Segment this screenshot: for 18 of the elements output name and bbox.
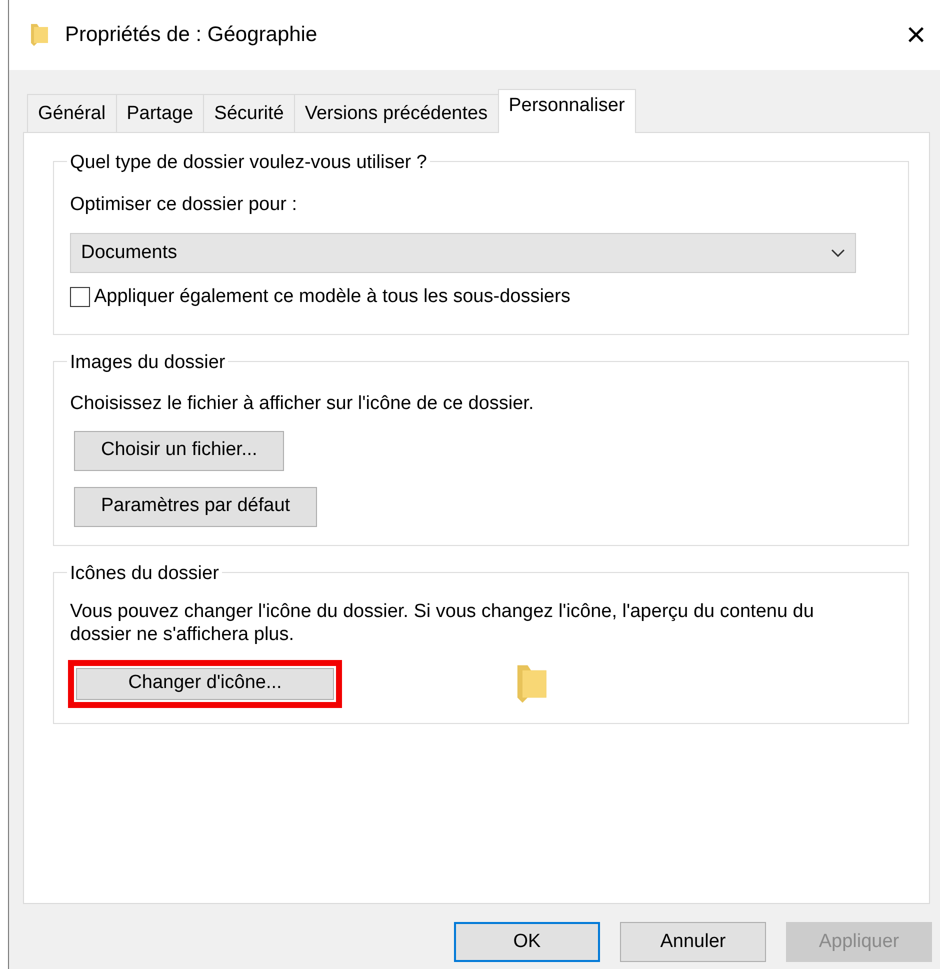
button[interactable]: Paramètres par défaut (74, 486, 318, 526)
tab[interactable]: Général (27, 94, 117, 132)
button[interactable]: OK (454, 922, 600, 962)
dropdown[interactable]: Documents (70, 233, 856, 273)
button[interactable]: Choisir un fichier... (74, 430, 284, 470)
field-label: Optimiser ce dossier pour : (70, 192, 298, 216)
window-title: Propriétés de : Géographie (65, 22, 318, 48)
close-button[interactable]: × (892, 18, 940, 52)
description-text: Vous pouvez changer l'icône du dossier. Si vous changez l'icône, l'aperçu du contenu du dossier ne s'affichera plus. (70, 601, 815, 647)
checkbox[interactable] (70, 287, 90, 308)
checkbox-label: Appliquer également ce modèle à tous les sous-dossiers (94, 285, 570, 309)
button[interactable]: Annuler (620, 922, 766, 962)
change-icon-button[interactable]: Changer d'icône... (76, 668, 334, 700)
dropdown-value: Documents (81, 240, 178, 265)
description-text: Choisissez le fichier à afficher sur l'icône de ce dossier. (70, 392, 535, 416)
folder-icon (29, 23, 49, 47)
chevron-icon (831, 249, 845, 257)
tab[interactable]: Personnaliser (498, 89, 636, 133)
